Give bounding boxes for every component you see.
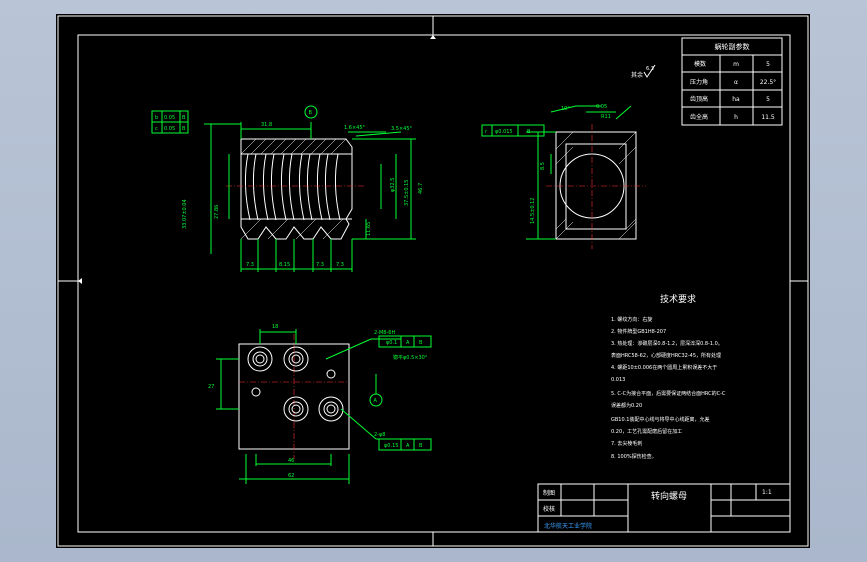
- svg-text:0.05: 0.05: [164, 115, 175, 121]
- svg-text:B: B: [182, 126, 186, 132]
- svg-text:8.15: 8.15: [279, 262, 290, 268]
- svg-text:46: 46: [288, 458, 294, 464]
- svg-text:c: c: [155, 126, 158, 132]
- school-name: 北华航天工业学院: [544, 522, 592, 530]
- center-mark-icon: [430, 35, 436, 39]
- roughness-note: 其余 6.3: [631, 64, 656, 79]
- svg-text:8. 100%探伤检查。: 8. 100%探伤检查。: [611, 453, 657, 460]
- svg-text:r: r: [485, 129, 488, 135]
- drawing-canvas[interactable]: 蜗轮副参数 模数 m 5 压力角 α 22.5° 齿顶高 ha 5 齿全高 h …: [56, 14, 810, 548]
- svg-text:1. 螺纹方向：右旋: 1. 螺纹方向：右旋: [611, 316, 652, 323]
- svg-text:27.86: 27.86: [214, 205, 220, 219]
- svg-text:62: 62: [288, 473, 294, 479]
- svg-text:14.5±0.12: 14.5±0.12: [530, 198, 536, 224]
- svg-text:10°: 10°: [561, 106, 570, 112]
- svg-text:27: 27: [208, 384, 214, 390]
- svg-text:3. 热处理：渗碳层深0.8-1.2，层深淬深0.8-1.0: 3. 热处理：渗碳层深0.8-1.2，层深淬深0.8-1.0。: [611, 340, 723, 347]
- svg-text:A: A: [406, 443, 410, 449]
- svg-text:2-M8-6H: 2-M8-6H: [374, 330, 395, 336]
- svg-text:8.5: 8.5: [540, 162, 546, 170]
- svg-text:误差都为0.20: 误差都为0.20: [611, 402, 642, 409]
- svg-text:GB10.1装配中心线与将导中心线距离，允差: GB10.1装配中心线与将导中心线距离，允差: [611, 416, 709, 423]
- svg-text:m: m: [733, 61, 739, 68]
- svg-text:φ32.5: φ32.5: [390, 178, 396, 192]
- svg-text:2-φ8: 2-φ8: [374, 432, 385, 438]
- svg-text:压力角: 压力角: [690, 78, 708, 86]
- svg-text:表面HRC58-62，心部硬度HRC32-45，所有处理: 表面HRC58-62，心部硬度HRC32-45，所有处理: [611, 352, 721, 359]
- svg-text:B: B: [182, 115, 186, 121]
- svg-text:制图: 制图: [543, 489, 555, 497]
- tech-requirements: 技术要求 1. 螺纹方向：右旋 2. 物件牌型GB1H8-207 3. 热处理：…: [611, 293, 726, 460]
- svg-text:B: B: [419, 340, 423, 346]
- svg-text:33.07±0.04: 33.07±0.04: [182, 199, 188, 229]
- svg-text:46.7: 46.7: [418, 183, 424, 194]
- svg-text:0.013: 0.013: [611, 377, 625, 383]
- svg-text:B: B: [527, 129, 531, 135]
- svg-text:齿全高: 齿全高: [690, 113, 708, 121]
- svg-text:φ0.015: φ0.015: [495, 129, 513, 135]
- svg-text:37.5±0.15: 37.5±0.15: [404, 180, 410, 206]
- svg-text:φ0.15: φ0.15: [384, 443, 398, 449]
- svg-text:1:1: 1:1: [762, 489, 772, 496]
- svg-text:5: 5: [766, 96, 770, 103]
- plan-view: 18 46 62 27 2-M8-6H 锪平φ0.5×30° 2-φ8 φ0.1…: [208, 324, 432, 484]
- svg-text:5. C-C为接合平面，后需要保证两结合面HRC的C-C: 5. C-C为接合平面，后需要保证两结合面HRC的C-C: [611, 390, 726, 397]
- svg-text:R11: R11: [601, 114, 611, 120]
- svg-text:5: 5: [766, 61, 770, 68]
- title-block: 制图 校核 转向螺母 1:1 北华航天工业学院: [537, 483, 791, 533]
- cad-viewport[interactable]: 蜗轮副参数 模数 m 5 压力角 α 22.5° 齿顶高 ha 5 齿全高 h …: [56, 14, 810, 548]
- part-name: 转向螺母: [651, 490, 687, 502]
- params-table-title: 蜗轮副参数: [715, 42, 750, 51]
- svg-text:α: α: [734, 79, 738, 86]
- params-table: 蜗轮副参数 模数 m 5 压力角 α 22.5° 齿顶高 ha 5 齿全高 h …: [681, 37, 783, 126]
- svg-text:1.6×45°: 1.6×45°: [344, 125, 366, 131]
- svg-text:7.3: 7.3: [316, 262, 324, 268]
- svg-text:A: A: [406, 340, 410, 346]
- svg-text:φ0.1: φ0.1: [386, 340, 397, 346]
- svg-text:2. 物件牌型GB1H8-207: 2. 物件牌型GB1H8-207: [611, 328, 666, 335]
- svg-text:18: 18: [272, 324, 278, 330]
- svg-text:0.05: 0.05: [164, 126, 175, 132]
- svg-text:22.5°: 22.5°: [760, 79, 776, 86]
- svg-text:B: B: [419, 443, 423, 449]
- svg-text:7. 去尖棱毛刺: 7. 去尖棱毛刺: [611, 440, 642, 447]
- side-view: 10° 0.05 R11 8.5 14.5±0.12 r φ0.015 B: [481, 104, 646, 249]
- svg-text:7.3: 7.3: [246, 262, 254, 268]
- svg-text:11.65: 11.65: [366, 222, 372, 236]
- svg-text:锪平φ0.5×30°: 锪平φ0.5×30°: [393, 354, 428, 361]
- svg-text:7.3: 7.3: [336, 262, 344, 268]
- svg-text:其余: 其余: [631, 71, 643, 79]
- svg-text:0.05: 0.05: [596, 104, 607, 110]
- front-view: 31.8 1.6×45° 3.5×45° φ32.5 37.5±0.15 46.…: [151, 105, 424, 272]
- svg-text:4. 螺距10±0.006在两个圆周上累积误差不大于: 4. 螺距10±0.006在两个圆周上累积误差不大于: [611, 364, 717, 371]
- svg-text:h: h: [734, 114, 738, 121]
- svg-text:校核: 校核: [543, 505, 555, 513]
- tech-req-title: 技术要求: [660, 293, 696, 305]
- svg-text:A: A: [374, 398, 378, 404]
- svg-text:模数: 模数: [694, 60, 706, 68]
- frame-border: [77, 34, 791, 533]
- svg-text:6.3: 6.3: [646, 66, 654, 72]
- svg-text:b: b: [155, 115, 158, 121]
- svg-text:11.5: 11.5: [761, 114, 775, 121]
- svg-text:B: B: [309, 110, 313, 116]
- svg-text:ha: ha: [732, 96, 740, 103]
- svg-text:3.5×45°: 3.5×45°: [391, 126, 413, 132]
- svg-text:齿顶高: 齿顶高: [690, 95, 708, 103]
- svg-text:31.8: 31.8: [261, 122, 272, 128]
- svg-text:0.20，工艺孔需配磨后留在加工: 0.20，工艺孔需配磨后留在加工: [611, 428, 682, 435]
